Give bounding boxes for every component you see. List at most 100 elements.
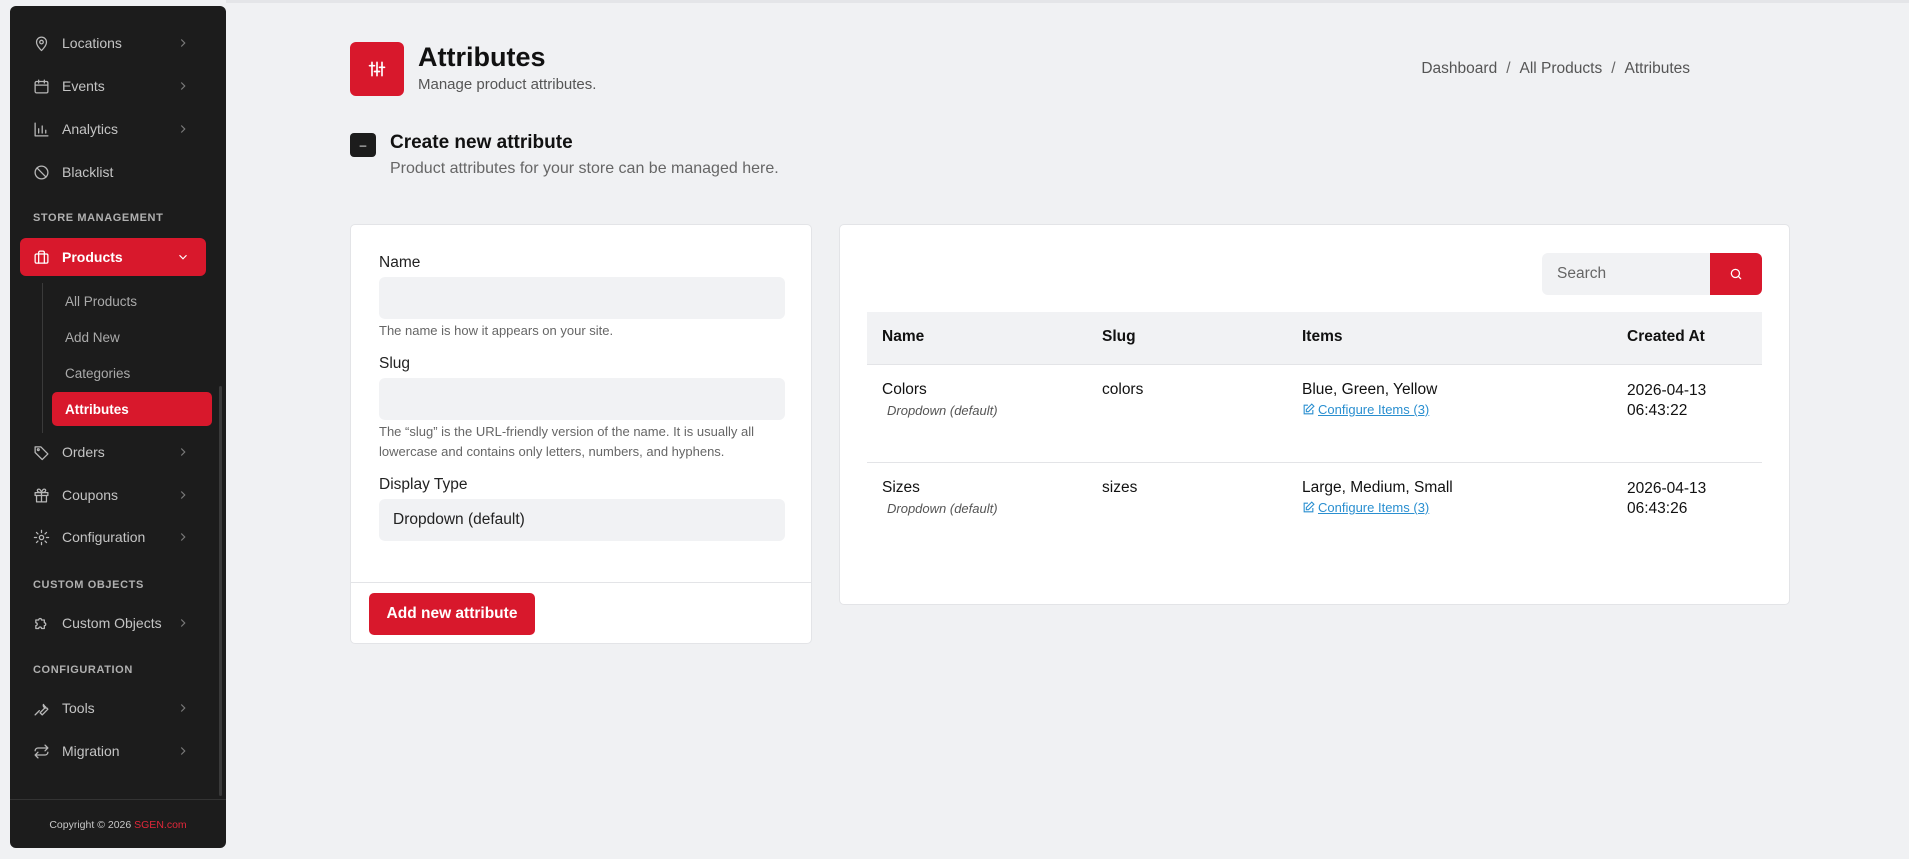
breadcrumb-current: Attributes: [1624, 60, 1690, 77]
column-header-items[interactable]: Items: [1302, 328, 1343, 346]
sidebar-item-label: Orders: [62, 444, 105, 460]
search-input[interactable]: [1542, 253, 1710, 295]
cell-items: Blue, Green, Yellow Configure Items (3): [1302, 381, 1437, 421]
search-icon: [1730, 268, 1742, 280]
sidebar-item-configuration[interactable]: Configuration: [20, 518, 206, 556]
attributes-table-card: Name Slug Items Created At Colors Dropdo…: [839, 224, 1790, 605]
chevron-right-icon: [176, 36, 190, 50]
section-label-configuration: CONFIGURATION: [33, 664, 133, 676]
table-row: Colors Dropdown (default) colors Blue, G…: [867, 364, 1762, 462]
chevron-right-icon: [176, 122, 190, 136]
section-title: Create new attribute: [390, 132, 573, 153]
name-label: Name: [379, 254, 421, 271]
sidebar-subitem-all-products[interactable]: All Products: [52, 284, 212, 318]
cell-created-at: 2026-04-13 06:43:26: [1627, 479, 1706, 519]
search-bar: [1542, 253, 1762, 295]
gear-icon: [32, 528, 50, 546]
sliders-icon: [368, 61, 386, 77]
cell-slug: sizes: [1102, 479, 1138, 496]
ban-icon: [32, 163, 50, 181]
sidebar-item-label: Migration: [62, 743, 120, 759]
created-date: 2026-04-13: [1627, 480, 1707, 497]
cell-name: Sizes Dropdown (default): [882, 479, 998, 516]
created-time: 06:43:26: [1627, 500, 1688, 517]
copyright-brand-link[interactable]: SGEN.com: [134, 819, 187, 831]
sidebar-item-orders[interactable]: Orders: [20, 433, 206, 471]
column-header-name[interactable]: Name: [882, 328, 924, 346]
configure-items-link[interactable]: Configure Items (3): [1302, 500, 1429, 515]
section-description: Product attributes for your store can be…: [390, 160, 779, 177]
chevron-right-icon: [176, 744, 190, 758]
cell-items: Large, Medium, Small Configure Items (3): [1302, 479, 1453, 519]
top-border: [226, 0, 1909, 3]
tag-icon: [32, 443, 50, 461]
sidebar-subitem-add-new[interactable]: Add New: [52, 320, 212, 354]
display-type-select[interactable]: Dropdown (default): [379, 499, 785, 541]
edit-icon: [1303, 403, 1315, 415]
sidebar-item-blacklist[interactable]: Blacklist: [20, 153, 206, 191]
collapse-section-button[interactable]: –: [350, 133, 376, 157]
sidebar-item-label: Products: [62, 249, 123, 265]
configure-items-label: Configure Items (3): [1318, 402, 1430, 417]
sidebar-item-label: Tools: [62, 700, 95, 716]
table-row: Sizes Dropdown (default) sizes Large, Me…: [867, 462, 1762, 560]
copyright-text: Copyright © 2026 SGEN.com: [10, 819, 226, 831]
sidebar-item-coupons[interactable]: Coupons: [20, 476, 206, 514]
attribute-name-link[interactable]: Sizes: [882, 479, 920, 496]
sidebar-subitem-categories[interactable]: Categories: [52, 356, 212, 390]
attribute-name-link[interactable]: Colors: [882, 381, 927, 398]
bar-chart-icon: [32, 120, 50, 138]
sidebar-item-products[interactable]: Products: [20, 238, 206, 276]
configure-items-label: Configure Items (3): [1318, 500, 1430, 515]
copyright-prefix: Copyright © 2026: [49, 819, 135, 831]
chevron-right-icon: [176, 701, 190, 715]
submenu-guide-line: [42, 283, 43, 433]
sidebar-item-tools[interactable]: Tools: [20, 689, 206, 727]
briefcase-icon: [32, 248, 50, 266]
attribute-display-type: Dropdown (default): [887, 501, 998, 516]
sidebar-item-events[interactable]: Events: [20, 67, 206, 105]
sidebar-item-label: Blacklist: [62, 164, 114, 180]
attributes-page-icon: [350, 42, 404, 96]
add-new-attribute-button[interactable]: Add new attribute: [369, 593, 535, 635]
sidebar-item-custom-objects[interactable]: Custom Objects: [20, 604, 206, 642]
sidebar-item-migration[interactable]: Migration: [20, 732, 206, 770]
items-list: Large, Medium, Small: [1302, 479, 1453, 496]
sidebar-item-locations[interactable]: Locations: [20, 24, 206, 62]
configure-items-link[interactable]: Configure Items (3): [1302, 402, 1429, 417]
sidebar-scrollbar[interactable]: [219, 386, 222, 796]
puzzle-icon: [32, 614, 50, 632]
slug-input[interactable]: [379, 378, 785, 420]
map-pin-icon: [32, 34, 50, 52]
sidebar-subitem-attributes[interactable]: Attributes: [52, 392, 212, 426]
arrows-swap-icon: [32, 742, 50, 760]
chevron-right-icon: [176, 445, 190, 459]
sidebar-footer-divider: [10, 799, 226, 800]
create-attribute-form: Name The name is how it appears on your …: [350, 224, 812, 644]
chevron-right-icon: [176, 616, 190, 630]
items-list: Blue, Green, Yellow: [1302, 381, 1438, 398]
name-input[interactable]: [379, 277, 785, 319]
sidebar-item-label: Events: [62, 78, 105, 94]
cell-name: Colors Dropdown (default): [882, 381, 998, 418]
section-label-custom-objects: CUSTOM OBJECTS: [33, 579, 144, 591]
created-time: 06:43:22: [1627, 402, 1688, 419]
cell-created-at: 2026-04-13 06:43:22: [1627, 381, 1706, 421]
chevron-right-icon: [176, 79, 190, 93]
breadcrumb-dashboard[interactable]: Dashboard: [1421, 60, 1497, 78]
page-subtitle: Manage product attributes.: [418, 76, 597, 93]
section-label-store-management: STORE MANAGEMENT: [33, 212, 164, 224]
search-button[interactable]: [1710, 253, 1762, 295]
sidebar-item-analytics[interactable]: Analytics: [20, 110, 206, 148]
column-header-slug[interactable]: Slug: [1102, 328, 1136, 346]
edit-icon: [1303, 501, 1315, 513]
chevron-down-icon: [176, 250, 190, 264]
column-header-created-at[interactable]: Created At: [1627, 328, 1705, 346]
sidebar: Locations Events Analytics Blacklist STO…: [10, 6, 226, 848]
gift-icon: [32, 486, 50, 504]
attribute-display-type: Dropdown (default): [887, 403, 998, 418]
page-title: Attributes: [418, 42, 546, 72]
breadcrumb-all-products[interactable]: All Products: [1520, 60, 1603, 78]
slug-label: Slug: [379, 355, 411, 372]
created-date: 2026-04-13: [1627, 382, 1707, 399]
